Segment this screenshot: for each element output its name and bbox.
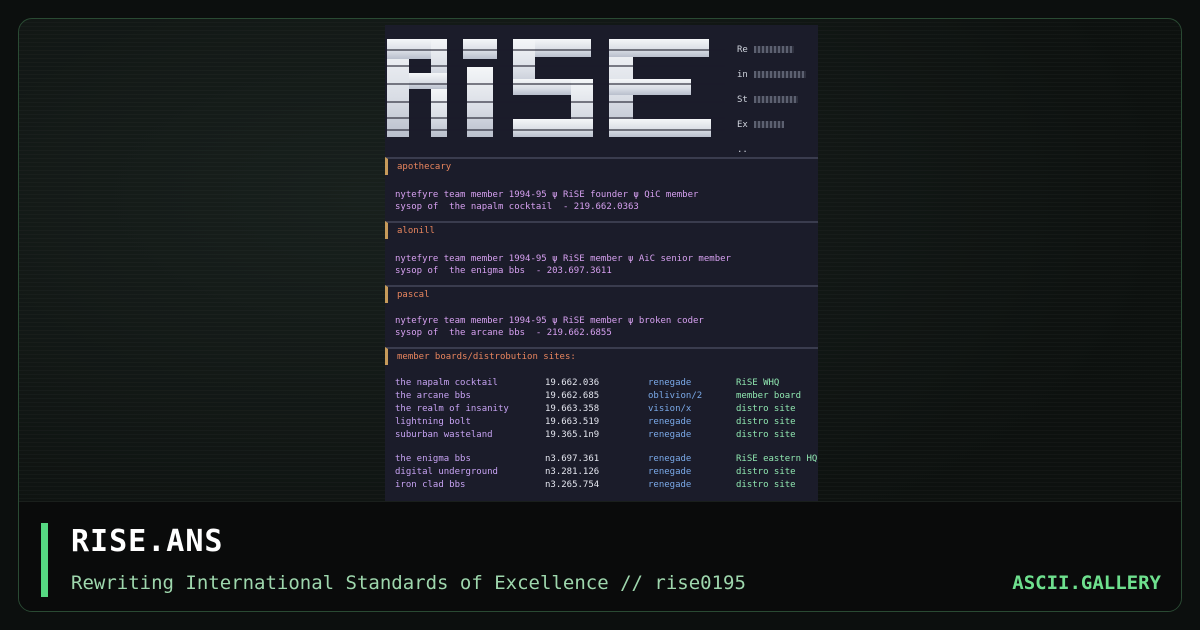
board-name: the realm of insanity xyxy=(395,404,509,414)
member-sysop-line: sysop of the enigma bbs - 203.697.3611 xyxy=(395,266,612,276)
card-frame: Re in St Ex .. apothecary nytefyre team … xyxy=(18,18,1182,612)
board-name: the arcane bbs xyxy=(395,391,471,401)
boards-header: member boards/distrobution sites: xyxy=(385,347,818,365)
member-handle: pascal xyxy=(385,285,818,303)
board-software: renegade xyxy=(648,480,692,490)
member-sysop-line: sysop of the napalm cocktail - 219.662.0… xyxy=(395,202,639,212)
board-type: distro site xyxy=(736,417,796,427)
member-handle: alonill xyxy=(385,221,818,239)
board-type: distro site xyxy=(736,467,796,477)
member-info-line: nytefyre team member 1994-95 ψ RiSE foun… xyxy=(395,190,699,200)
board-row: iron clad bbs n3.265.754 renegade distro si… xyxy=(395,479,796,491)
member-info-line: nytefyre team member 1994-95 ψ RiSE memb… xyxy=(395,316,704,326)
board-software: renegade xyxy=(648,454,692,464)
board-software: oblivion/2 xyxy=(648,391,703,401)
board-number: 19.663.358 xyxy=(545,404,600,414)
board-number: 19.365.1n9 xyxy=(545,430,600,440)
artwork-title: RISE.ANS xyxy=(71,524,224,559)
logo-side-labels: Re in St Ex .. xyxy=(737,37,806,162)
board-row: suburban wasteland 19.365.1n9 renegade dist… xyxy=(395,429,796,441)
board-row: lightning bolt 19.663.519 renegade distro s… xyxy=(395,416,796,428)
side-label: Re xyxy=(737,44,748,55)
board-number: n3.281.126 xyxy=(545,467,600,477)
board-row: the napalm cocktail 19.662.036 renegade RiS… xyxy=(395,377,779,389)
board-type: RiSE WHQ xyxy=(736,378,780,388)
board-row: the arcane bbs 19.662.685 oblivion/2 member… xyxy=(395,390,801,402)
board-name: digital underground xyxy=(395,467,498,477)
accent-bar xyxy=(41,523,48,597)
ansi-artwork: Re in St Ex .. apothecary nytefyre team … xyxy=(385,25,818,501)
board-name: suburban wasteland xyxy=(395,430,493,440)
member-info-line: nytefyre team member 1994-95 ψ RiSE memb… xyxy=(395,254,731,264)
board-software: renegade xyxy=(648,430,692,440)
side-label: Ex xyxy=(737,119,748,130)
board-type: distro site xyxy=(736,480,796,490)
board-software: renegade xyxy=(648,417,692,427)
board-software: renegade xyxy=(648,378,692,388)
artwork-subtitle: Rewriting International Standards of Exc… xyxy=(71,572,746,594)
rise-logo xyxy=(385,25,725,149)
board-name: the enigma bbs xyxy=(395,454,471,464)
board-name: the napalm cocktail xyxy=(395,378,498,388)
board-type: distro site xyxy=(736,430,796,440)
board-number: n3.265.754 xyxy=(545,480,600,490)
board-type: member board xyxy=(736,391,802,401)
board-type: RiSE eastern HQ xyxy=(736,454,818,464)
logo-area: Re in St Ex .. xyxy=(385,25,818,155)
board-name: iron clad bbs xyxy=(395,480,466,490)
board-number: 19.663.519 xyxy=(545,417,600,427)
board-number: 19.662.036 xyxy=(545,378,600,388)
info-bar: RISE.ANS Rewriting International Standar… xyxy=(19,501,1181,611)
member-handle: apothecary xyxy=(385,157,818,175)
board-row: the enigma bbs n3.697.361 renegade RiSE eas… xyxy=(395,453,817,465)
board-row: digital underground n3.281.126 renegade dis… xyxy=(395,466,796,478)
board-number: 19.662.685 xyxy=(545,391,600,401)
side-label: in xyxy=(737,69,748,80)
side-label: St xyxy=(737,94,748,105)
board-software: renegade xyxy=(648,467,692,477)
side-label: .. xyxy=(737,144,748,155)
board-type: distro site xyxy=(736,404,796,414)
site-brand[interactable]: ASCII.GALLERY xyxy=(1012,572,1161,594)
member-sysop-line: sysop of the arcane bbs - 219.662.6855 xyxy=(395,328,612,338)
board-number: n3.697.361 xyxy=(545,454,600,464)
board-row: the realm of insanity 19.663.358 vision/x d… xyxy=(395,403,796,415)
board-software: vision/x xyxy=(648,404,692,414)
board-name: lightning bolt xyxy=(395,417,471,427)
